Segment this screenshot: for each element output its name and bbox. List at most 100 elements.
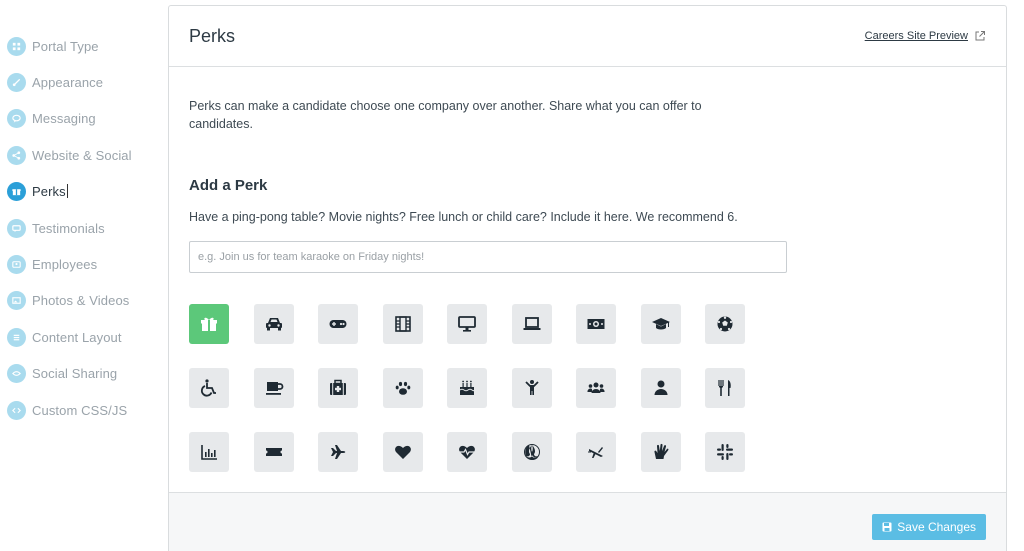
save-button-label: Save Changes (897, 520, 976, 534)
perk-option-paw[interactable] (382, 368, 423, 408)
sidebar-item-label: Custom CSS/JS (32, 402, 128, 418)
perk-option-bar-chart[interactable] (189, 432, 229, 472)
users-icon (587, 382, 605, 393)
share-alt-icon (7, 364, 26, 384)
perk-option-laptop[interactable] (511, 304, 552, 344)
preview-link-label: Careers Site Preview (864, 30, 968, 42)
sidebar-item-label: Content Layout (32, 329, 122, 345)
sidebar-item-appearance[interactable]: Appearance (0, 64, 165, 100)
layout-icon (7, 327, 26, 347)
birthday-cake-icon (459, 380, 475, 395)
perk-option-user[interactable] (640, 368, 681, 408)
perk-option-ticket[interactable] (253, 432, 294, 472)
sidebar-item-testimonials[interactable]: Testimonials (0, 210, 165, 246)
perk-option-users[interactable] (576, 368, 616, 408)
perk-option-child[interactable] (511, 368, 552, 408)
grid-icon (7, 36, 26, 56)
coffee-icon (265, 382, 283, 395)
sidebar-item-label: Social Sharing (32, 366, 118, 382)
cutlery-icon (718, 380, 731, 396)
perk-option-desktop[interactable] (447, 304, 487, 344)
sidebar-item-label: Employees (32, 257, 98, 273)
bar-chart-icon (201, 445, 217, 460)
heart-icon (394, 445, 411, 459)
graduation-cap-icon (651, 318, 670, 330)
slack-icon (717, 444, 733, 460)
add-perk-heading: Add a Perk (189, 177, 268, 194)
child-icon (524, 380, 539, 395)
rebel-icon (523, 444, 540, 460)
ticket-icon (265, 448, 282, 456)
text-cursor (66, 184, 68, 199)
image-icon (7, 291, 26, 311)
film-icon (394, 316, 411, 332)
sidebar-item-portal-type[interactable]: Portal Type (0, 28, 165, 64)
careers-site-preview-link[interactable]: Careers Site Preview (865, 30, 986, 42)
paw-icon (395, 381, 410, 395)
panel-footer: Save Changes (169, 492, 1006, 551)
panel-header: Perks Careers Site Preview (169, 6, 1006, 67)
share-icon (7, 145, 26, 165)
sidebar-item-website-social[interactable]: Website & Social (0, 137, 165, 173)
people-icon (7, 255, 26, 275)
perks-panel: Perks Careers Site Preview Perks can mak… (168, 5, 1007, 551)
sidebar-item-content-layout[interactable]: Content Layout (0, 319, 165, 355)
perk-option-film[interactable] (382, 304, 423, 344)
perk-option-gift[interactable] (189, 304, 229, 344)
perk-option-cutlery[interactable] (705, 368, 745, 408)
user-icon (654, 380, 667, 395)
code-icon (7, 400, 26, 420)
car-icon (265, 318, 282, 331)
perk-option-rebel[interactable] (511, 432, 552, 472)
sidebar-item-perks[interactable]: Perks (0, 174, 165, 210)
heartbeat-icon (459, 445, 475, 459)
perk-option-plane[interactable] (318, 432, 358, 472)
sidebar-item-label: Portal Type (32, 38, 99, 54)
gift-icon (7, 182, 26, 202)
perk-option-wheelchair[interactable] (189, 368, 229, 408)
sidebar-item-label: Photos & Videos (32, 293, 130, 309)
medkit-icon (330, 379, 346, 395)
gamepad-icon (329, 320, 347, 328)
sidebar-item-photos-videos[interactable]: Photos & Videos (0, 283, 165, 319)
perk-option-medkit[interactable] (318, 368, 358, 408)
sidebar-item-label: Website & Social (32, 147, 132, 163)
chat-icon (7, 109, 26, 129)
external-link-icon (975, 31, 985, 41)
desktop-icon (458, 316, 476, 332)
perk-option-car[interactable] (253, 304, 294, 344)
wheelchair-icon (200, 379, 216, 397)
sidebar-item-label: Testimonials (32, 220, 105, 236)
sidebar-item-employees[interactable]: Employees (0, 246, 165, 282)
gift-icon (201, 317, 217, 331)
perk-option-hand-spock[interactable] (640, 432, 681, 472)
fighter-jet-icon (588, 447, 603, 458)
sidebar-item-custom-css-js[interactable]: Custom CSS/JS (0, 392, 165, 428)
sidebar-item-label: Appearance (32, 75, 104, 91)
money-icon (587, 319, 605, 329)
perk-input[interactable] (189, 241, 787, 273)
sidebar-item-social-sharing[interactable]: Social Sharing (0, 356, 165, 392)
page-title: Perks (189, 25, 236, 46)
add-perk-hint: Have a ping-pong table? Movie nights? Fr… (189, 210, 738, 224)
perk-option-heart[interactable] (382, 432, 423, 472)
soccer-ball-icon (717, 316, 733, 332)
perk-option-slack[interactable] (705, 432, 745, 472)
perk-option-money[interactable] (576, 304, 616, 344)
sidebar-item-messaging[interactable]: Messaging (0, 101, 165, 137)
hand-spock-icon (653, 443, 668, 459)
panel-body: Perks can make a candidate choose one co… (169, 67, 1006, 472)
sidebar-item-label: Perks (32, 184, 68, 200)
perk-option-fighter-jet[interactable] (576, 432, 616, 472)
perk-icon-grid (189, 304, 986, 472)
plane-icon (330, 445, 346, 459)
perk-option-soccer-ball[interactable] (705, 304, 745, 344)
perk-option-graduation-cap[interactable] (640, 304, 681, 344)
quote-icon (7, 218, 26, 238)
perk-option-birthday-cake[interactable] (447, 368, 487, 408)
save-changes-button[interactable]: Save Changes (872, 514, 986, 540)
sidebar-item-label: Messaging (32, 111, 96, 127)
perk-option-heartbeat[interactable] (447, 432, 487, 472)
perk-option-gamepad[interactable] (318, 304, 358, 344)
perk-option-coffee[interactable] (253, 368, 294, 408)
